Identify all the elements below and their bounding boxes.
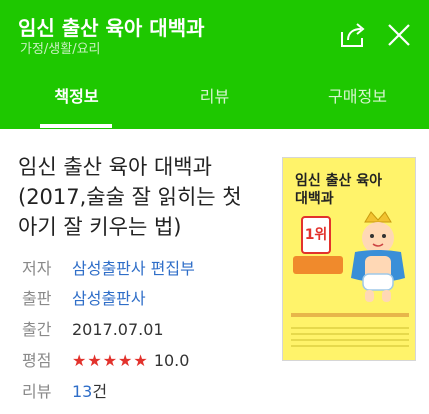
tab-book-info[interactable]: 책정보 — [5, 68, 148, 128]
cover-text-block — [291, 323, 409, 351]
cover-title-line1: 임신 출산 육아 — [295, 173, 383, 189]
author-link[interactable]: 삼성출판사 편집부 — [72, 259, 195, 278]
cover-rank-badge: 1위 — [301, 216, 331, 254]
cover-title: 임신 출산 육아 대백과 — [295, 172, 382, 208]
close-button[interactable] — [384, 20, 414, 50]
cover-divider — [291, 313, 409, 317]
review-count[interactable]: 13 — [72, 382, 92, 401]
publisher-link[interactable]: 삼성출판사 — [72, 289, 146, 308]
category-breadcrumb[interactable]: 가정/생활/요리 — [20, 38, 101, 57]
date-row: 출간 2017.07.01 — [22, 318, 164, 342]
date-label: 출간 — [22, 320, 52, 339]
reviews-link[interactable]: 13건 — [72, 382, 107, 401]
publisher-row: 출판 삼성출판사 — [22, 287, 146, 311]
tab-bar: 책정보 리뷰 구매정보 — [0, 68, 429, 128]
review-count-unit: 건 — [92, 382, 108, 401]
reviews-label: 리뷰 — [22, 382, 52, 401]
baby-illustration-icon — [351, 211, 405, 302]
publish-date: 2017.07.01 — [72, 320, 164, 339]
share-icon — [341, 23, 365, 47]
rating-label: 평점 — [22, 351, 52, 370]
cover-year-badge — [293, 256, 343, 274]
book-cover[interactable]: 임신 출산 육아 대백과 1위 — [282, 157, 416, 361]
author-label: 저자 — [22, 259, 52, 278]
tab-reviews[interactable]: 리뷰 — [143, 68, 286, 128]
cover-title-line2: 대백과 — [295, 191, 334, 207]
star-rating: ★★★★★ — [72, 351, 149, 370]
author-row: 저자 삼성출판사 편집부 — [22, 257, 195, 281]
reviews-row: 리뷰 13건 — [22, 380, 107, 404]
book-title: 임신 출산 육아 대백과(2017,술술 잘 읽히는 첫 아기 잘 키우는 법) — [18, 155, 242, 239]
active-tab-indicator — [40, 124, 112, 128]
share-button[interactable] — [338, 20, 368, 50]
publisher-label: 출판 — [22, 289, 52, 308]
page-title: 임신 출산 육아 대백과 — [18, 16, 205, 40]
tab-purchase-info[interactable]: 구매정보 — [286, 68, 429, 128]
rating-score: 10.0 — [153, 351, 190, 370]
app-header: 임신 출산 육아 대백과 가정/생활/요리 책정보 리뷰 구매정보 — [0, 0, 429, 129]
rating-row: 평점 ★★★★★ 10.0 — [22, 349, 189, 373]
close-icon — [388, 24, 410, 46]
